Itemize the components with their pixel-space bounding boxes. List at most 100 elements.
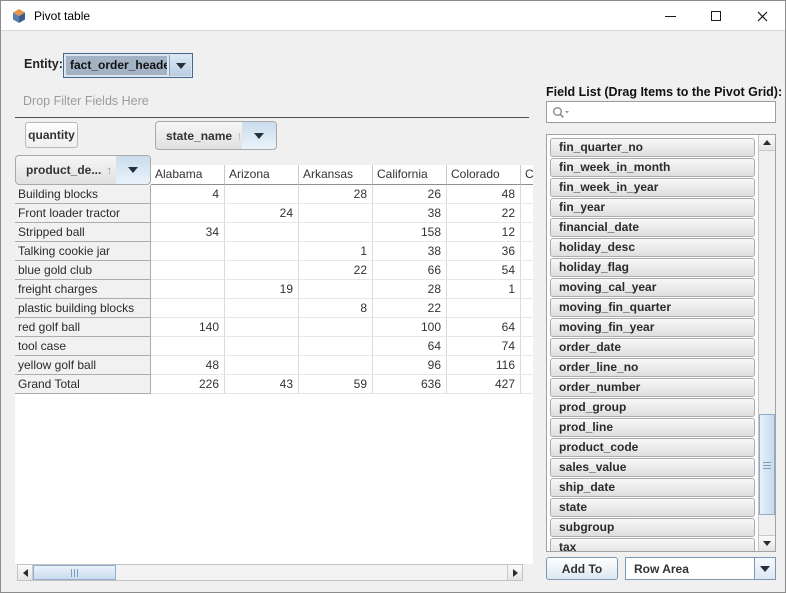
scroll-up-button[interactable] [759, 135, 775, 151]
data-cell: 636 [373, 375, 447, 394]
data-cell [225, 261, 299, 280]
field-list-item[interactable]: ship_date [550, 478, 755, 497]
close-button[interactable] [739, 1, 785, 31]
data-cell [299, 204, 373, 223]
data-cell [151, 280, 225, 299]
field-list: fin_quarter_nofin_week_in_monthfin_week_… [546, 134, 776, 552]
field-list-item[interactable]: fin_quarter_no [550, 138, 755, 157]
table-row: Front loader tractor243822 [15, 204, 533, 223]
row-header: yellow golf ball [15, 356, 151, 375]
field-list-item[interactable]: prod_group [550, 398, 755, 417]
field-list-item[interactable]: holiday_desc [550, 238, 755, 257]
field-list-title: Field List (Drag Items to the Pivot Grid… [546, 85, 782, 99]
add-to-button-label: Add To [562, 562, 602, 576]
field-list-item[interactable]: fin_week_in_year [550, 178, 755, 197]
data-cell: 8 [299, 299, 373, 318]
data-cell: 22 [373, 299, 447, 318]
data-cell [299, 280, 373, 299]
area-combobox[interactable]: Row Area [625, 557, 776, 580]
scroll-left-button[interactable] [18, 565, 33, 580]
field-list-item[interactable]: sales_value [550, 458, 755, 477]
data-cell: 34 [151, 223, 225, 242]
filter-zone-divider [15, 117, 529, 118]
window-title: Pivot table [34, 1, 90, 31]
field-list-item[interactable]: state [550, 498, 755, 517]
table-row: yellow golf ball4896116 [15, 356, 533, 375]
data-cell: 1 [299, 242, 373, 261]
data-cell: 1 [447, 280, 521, 299]
field-list-item[interactable]: order_date [550, 338, 755, 357]
chevron-down-icon [176, 63, 186, 69]
minimize-icon [665, 16, 676, 17]
scroll-down-button[interactable] [759, 535, 775, 551]
field-list-item[interactable]: order_line_no [550, 358, 755, 377]
add-to-button[interactable]: Add To [546, 557, 618, 580]
area-dropdown-arrow[interactable] [754, 558, 775, 579]
column-field-dropdown-arrow[interactable] [242, 122, 276, 149]
column-header: Alabama [151, 165, 225, 185]
entity-combobox[interactable]: fact_order_header [63, 53, 193, 78]
data-cell [225, 242, 299, 261]
field-list-item[interactable]: subgroup [550, 518, 755, 537]
data-cell [151, 261, 225, 280]
row-header: Stripped ball [15, 223, 151, 242]
field-list-item[interactable]: tax [550, 538, 755, 551]
data-cell: 28 [373, 280, 447, 299]
data-cell: 226 [151, 375, 225, 394]
data-cell [151, 337, 225, 356]
horizontal-scrollbar[interactable] [17, 564, 523, 581]
data-cell [521, 242, 533, 261]
field-list-item[interactable]: order_number [550, 378, 755, 397]
maximize-button[interactable] [693, 1, 739, 31]
data-cell: 54 [447, 261, 521, 280]
row-header: red golf ball [15, 318, 151, 337]
sort-asc-icon: ↑ [106, 163, 112, 177]
field-list-item[interactable]: holiday_flag [550, 258, 755, 277]
data-cell [225, 356, 299, 375]
data-cell: 36 [447, 242, 521, 261]
row-header: Grand Total [15, 375, 151, 394]
data-cell: 140 [151, 318, 225, 337]
data-cell [299, 318, 373, 337]
field-search-input[interactable] [573, 103, 773, 121]
horizontal-scrollbar-thumb[interactable] [33, 565, 116, 580]
entity-selected-value: fact_order_header [66, 56, 167, 75]
table-row: plastic building blocks 822 [15, 299, 533, 318]
data-cell: 64 [447, 318, 521, 337]
close-icon [757, 11, 768, 22]
sort-asc-icon: ↑ [237, 129, 240, 143]
row-field-dropdown-arrow[interactable] [116, 156, 150, 184]
minimize-button[interactable] [647, 1, 693, 31]
row-header: Building blocks [15, 185, 151, 204]
measure-field-chip[interactable]: quantity [25, 122, 78, 148]
field-list-scrollbar-thumb[interactable] [759, 414, 775, 515]
field-list-item[interactable]: moving_fin_quarter [550, 298, 755, 317]
row-header: Talking cookie jar [15, 242, 151, 261]
data-cell [151, 242, 225, 261]
row-header: plastic building blocks [15, 299, 151, 318]
chevron-down-icon [254, 133, 264, 139]
scroll-right-button[interactable] [507, 565, 522, 580]
data-cell [299, 337, 373, 356]
table-row: red golf ball14010064 [15, 318, 533, 337]
entity-dropdown-arrow[interactable] [169, 55, 191, 76]
field-list-item[interactable]: fin_year [550, 198, 755, 217]
table-row: Talking cookie jar13836 [15, 242, 533, 261]
field-list-item[interactable]: moving_cal_year [550, 278, 755, 297]
field-list-item[interactable]: financial_date [550, 218, 755, 237]
row-field-chip[interactable]: product_de... ↑ [15, 155, 151, 185]
field-list-item[interactable]: fin_week_in_month [550, 158, 755, 177]
field-list-item[interactable]: moving_fin_year [550, 318, 755, 337]
field-list-scrollbar[interactable] [758, 135, 775, 551]
field-search-box[interactable] [546, 101, 776, 123]
entity-label: Entity: [24, 57, 63, 71]
arrow-left-icon [23, 569, 28, 577]
data-cell: 59 [299, 375, 373, 394]
field-list-item[interactable]: product_code [550, 438, 755, 457]
data-cell: 66 [373, 261, 447, 280]
column-header: Colorado [447, 165, 521, 185]
data-cell [521, 185, 533, 204]
column-field-chip[interactable]: state_name ↑ [155, 121, 277, 150]
field-list-item[interactable]: prod_line [550, 418, 755, 437]
table-row: tool case6474 [15, 337, 533, 356]
